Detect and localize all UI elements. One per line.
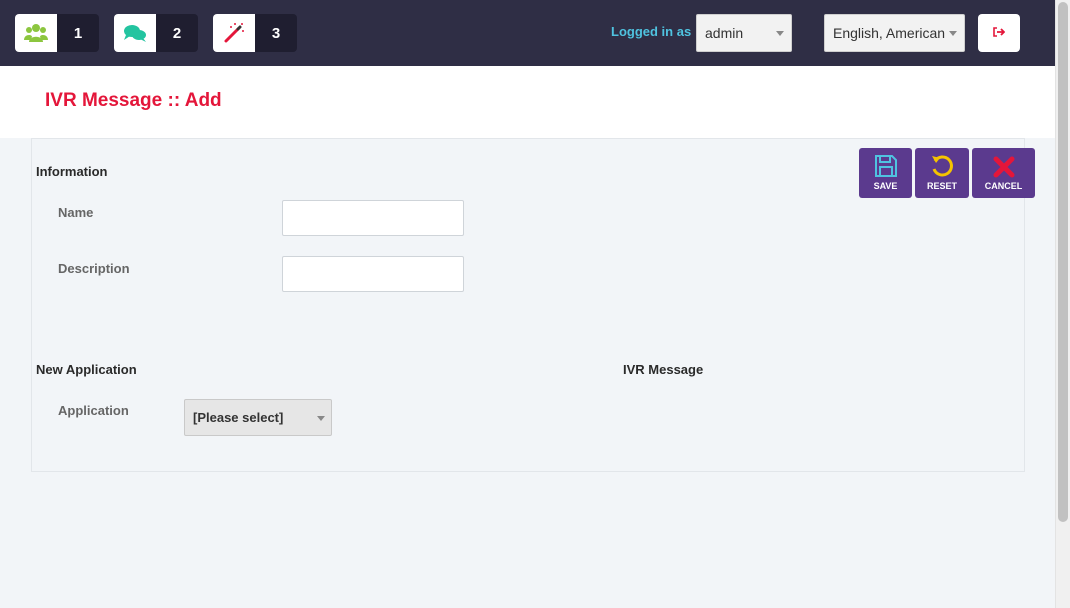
language-select[interactable]: English, American [824, 14, 965, 52]
application-select[interactable]: [Please select] [184, 399, 332, 436]
description-input[interactable] [282, 256, 464, 292]
close-icon [993, 156, 1014, 178]
wizard-count: 3 [271, 24, 281, 42]
magic-wand-icon [213, 14, 255, 52]
caret-down-icon [776, 31, 784, 36]
users-icon [15, 14, 57, 52]
logged-in-label: Logged in as : [611, 24, 700, 39]
chat-count: 2 [172, 24, 182, 42]
name-input[interactable] [282, 200, 464, 236]
save-button[interactable]: SAVE [859, 148, 912, 198]
new-application-heading: New Application [36, 362, 137, 377]
page-title: IVR Message :: Add [45, 90, 222, 111]
application-label: Application [58, 403, 129, 418]
chat-icon [114, 14, 156, 52]
users-count: 1 [73, 24, 83, 42]
name-label: Name [58, 205, 94, 220]
chat-badge[interactable]: 2 [114, 14, 198, 52]
application-select-value: [Please select] [193, 410, 284, 425]
language-select-value: English, American [833, 25, 946, 41]
logout-button[interactable] [978, 14, 1020, 52]
logout-icon [993, 24, 1006, 42]
reset-label: RESET [926, 181, 957, 191]
information-heading: Information [36, 164, 108, 179]
floppy-disk-icon [874, 155, 897, 177]
title-bar: IVR Message :: Add [0, 66, 1055, 138]
reset-button[interactable]: RESET [915, 148, 969, 198]
ivr-message-heading: IVR Message [623, 362, 704, 377]
user-select-value: admin [705, 25, 744, 41]
caret-down-icon [949, 31, 957, 36]
wizard-badge[interactable]: 3 [213, 14, 297, 52]
top-bar: 1 2 3 Logged in as : admin English, Amer… [0, 0, 1055, 66]
users-badge[interactable]: 1 [15, 14, 99, 52]
undo-icon [932, 155, 953, 177]
description-label: Description [58, 261, 130, 276]
vertical-scrollbar[interactable] [1055, 0, 1070, 608]
cancel-button[interactable]: CANCEL [972, 148, 1035, 198]
save-label: SAVE [873, 181, 898, 191]
user-select[interactable]: admin [696, 14, 792, 52]
cancel-label: CANCEL [984, 181, 1023, 191]
scrollbar-thumb[interactable] [1058, 2, 1068, 522]
caret-down-icon [317, 415, 325, 421]
